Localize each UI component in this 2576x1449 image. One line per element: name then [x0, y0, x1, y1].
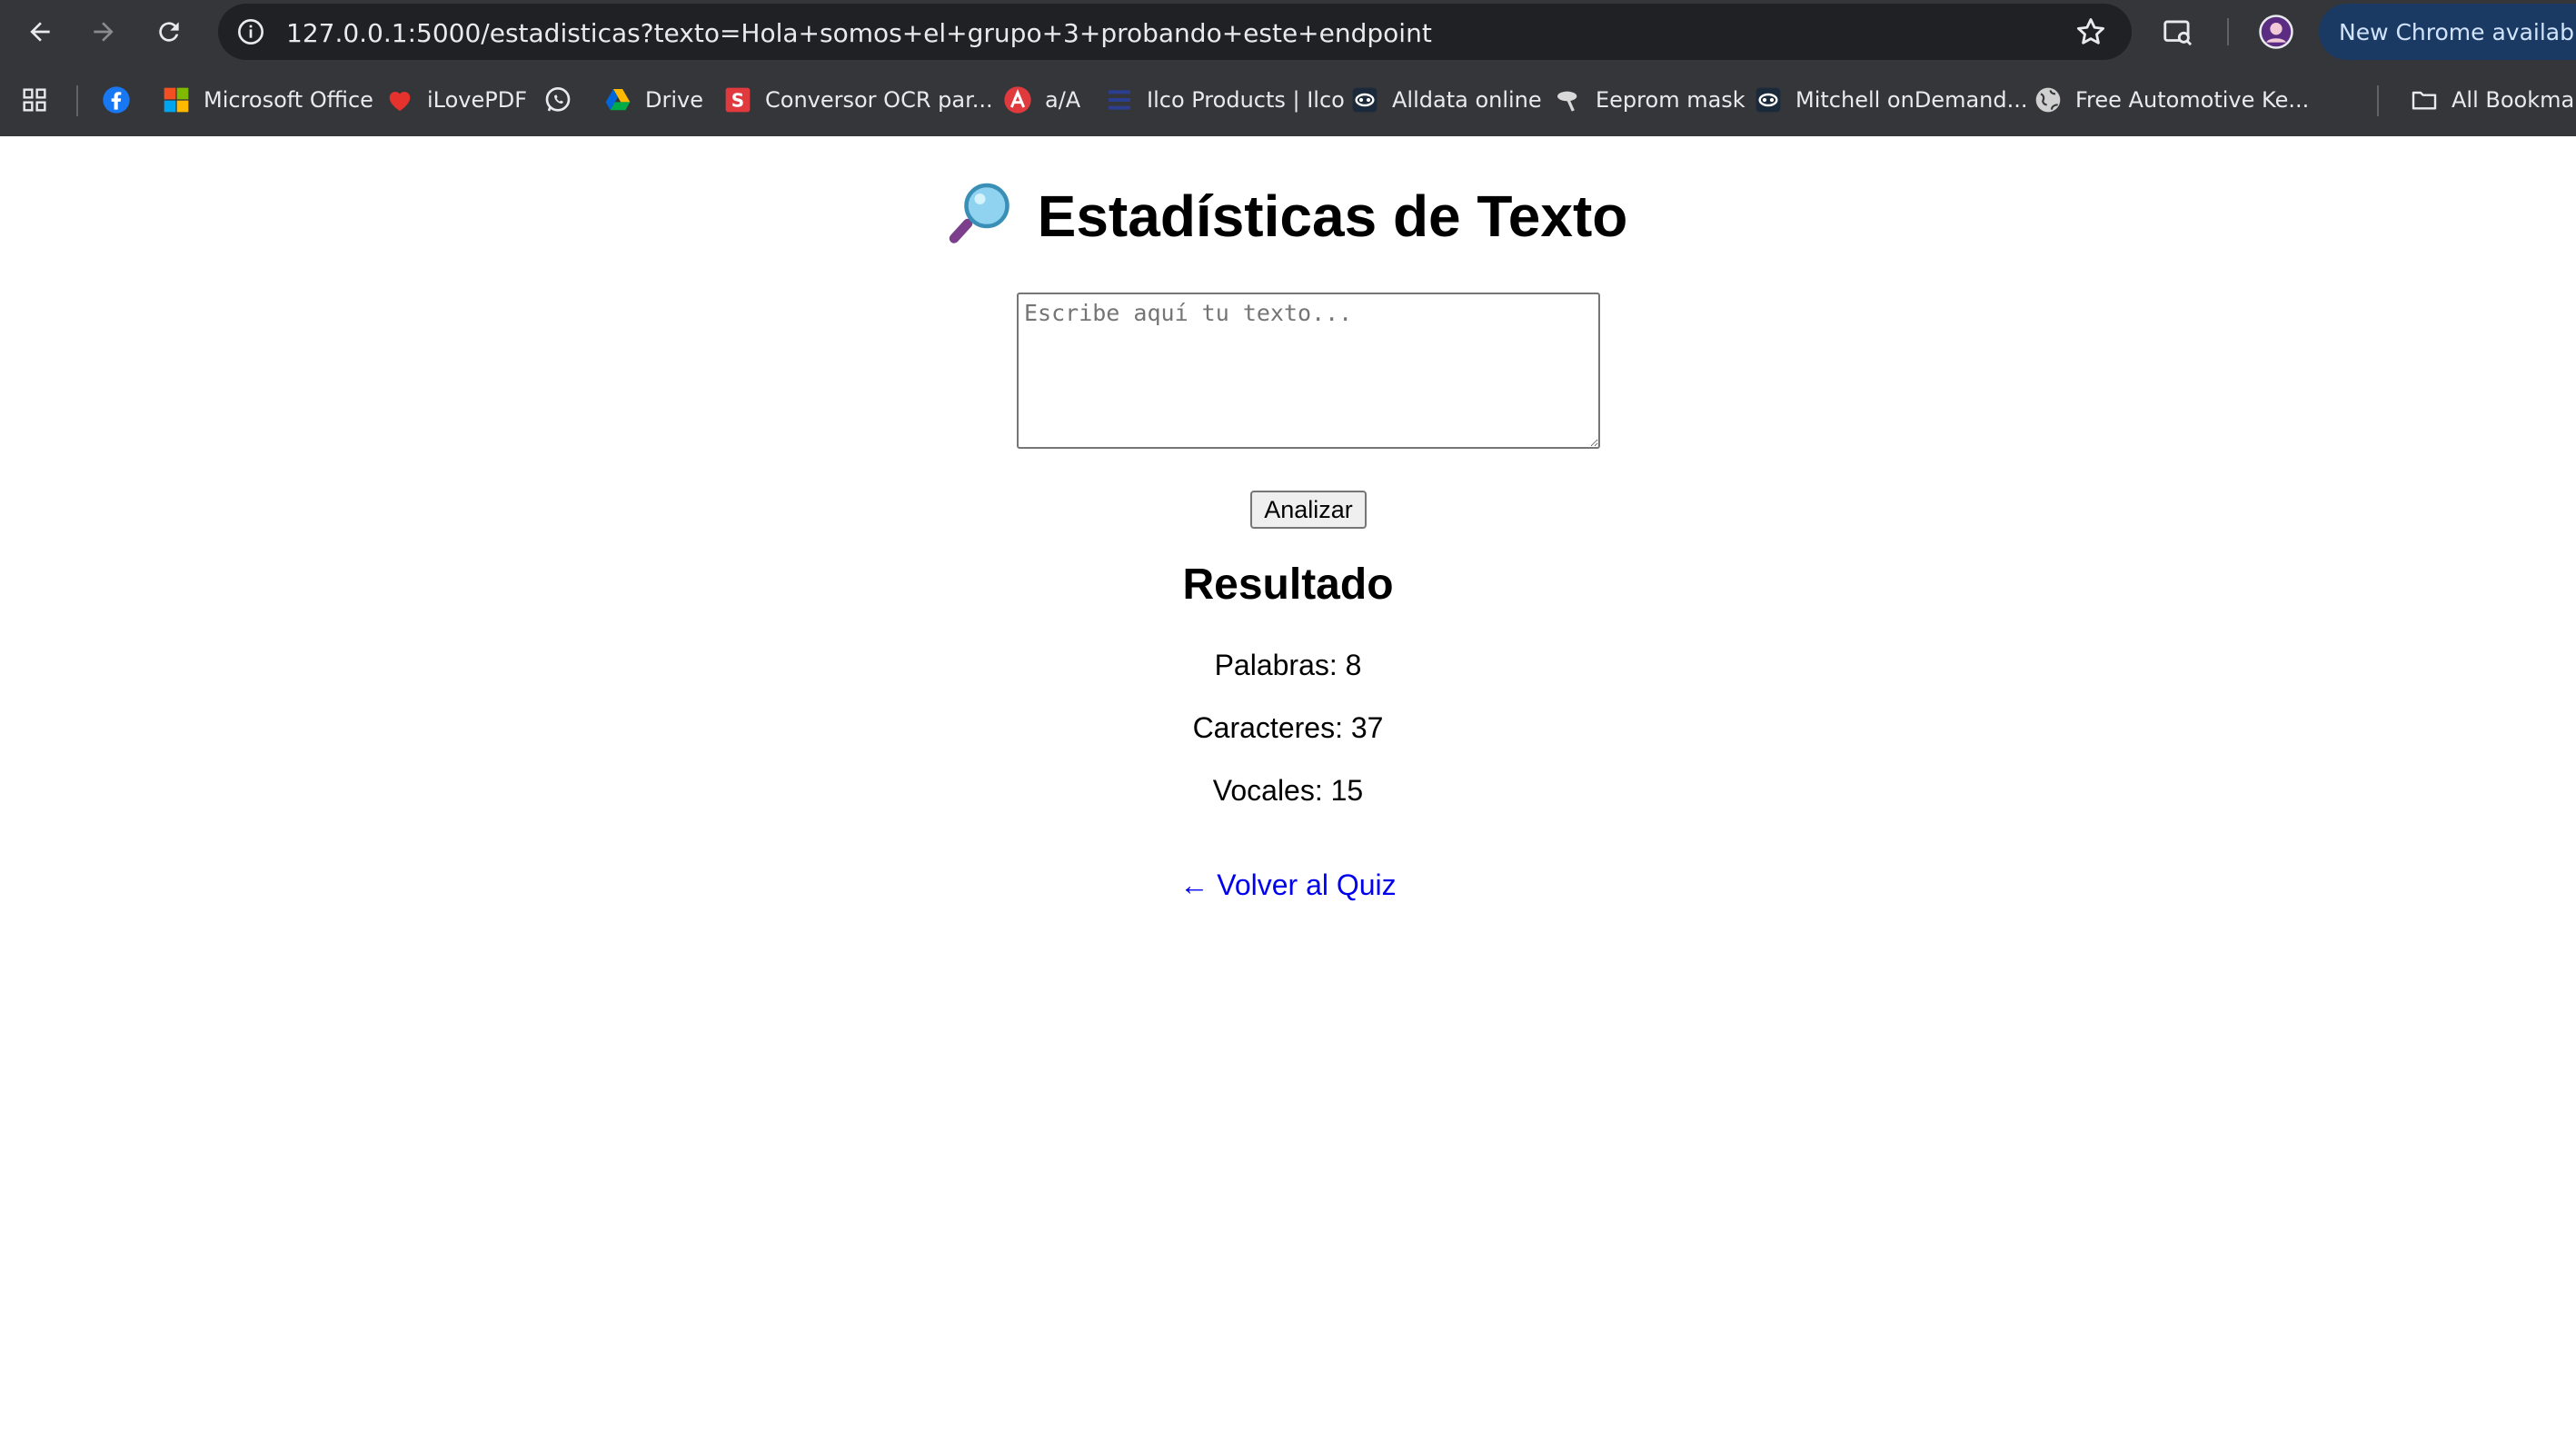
- bookmarks-divider: [2377, 85, 2379, 116]
- bookmark-label: Eeprom mask: [1596, 87, 1746, 113]
- bookmark-whatsapp[interactable]: [543, 82, 585, 118]
- alldata-icon: [1350, 85, 1379, 114]
- page-content: Estadísticas de Texto Analizar Resultado…: [0, 136, 2576, 1449]
- ilco-icon: [1105, 85, 1134, 114]
- apps-button[interactable]: [20, 82, 49, 118]
- arrow-left-icon: [30, 22, 50, 42]
- site-info-icon[interactable]: [233, 14, 269, 50]
- mitchell-icon: [1754, 85, 1783, 114]
- bookmark-conversor-ocr[interactable]: S Conversor OCR par...: [723, 82, 993, 118]
- magnifying-glass-icon: [949, 183, 1010, 243]
- analyze-button[interactable]: Analizar: [1250, 491, 1367, 529]
- forward-button[interactable]: [84, 12, 124, 52]
- bookmark-drive[interactable]: Drive: [603, 82, 703, 118]
- bookmark-alldata-online[interactable]: Alldata online: [1350, 82, 1542, 118]
- bookmark-facebook[interactable]: [102, 82, 144, 118]
- bookmark-label: a/A: [1045, 87, 1081, 113]
- browser-chrome: 127.0.0.1:5000/estadisticas?texto=Hola+s…: [0, 0, 2576, 136]
- bookmark-label: Free Automotive Ke...: [2075, 87, 2310, 113]
- bookmark-ilovepdf[interactable]: iLovePDF: [385, 82, 527, 118]
- result-heading: Resultado: [1182, 561, 1394, 609]
- bookmark-label: Microsoft Office: [204, 87, 373, 113]
- whatsapp-icon: [543, 85, 572, 114]
- back-to-quiz-link[interactable]: ← Volver al Quiz: [0, 868, 2576, 902]
- url-text[interactable]: 127.0.0.1:5000/estadisticas?texto=Hola+s…: [286, 18, 1432, 48]
- text-input[interactable]: [1017, 293, 1600, 449]
- letter-a-icon: [1003, 85, 1032, 114]
- bookmark-label: Ilco Products | Ilco: [1147, 87, 1345, 113]
- bookmark-label: Conversor OCR par...: [765, 87, 993, 113]
- arrow-right-icon: [94, 22, 114, 42]
- facebook-icon: [102, 85, 131, 114]
- bookmarks-bar: Microsoft Office iLovePDF Drive S Conver…: [0, 73, 2576, 129]
- reload-button[interactable]: [149, 12, 189, 52]
- profile-avatar[interactable]: [2257, 13, 2295, 51]
- all-bookmarks-button[interactable]: All Bookmarks: [2410, 82, 2576, 118]
- character-count: Caracteres: 37: [1192, 711, 1384, 744]
- bookmark-label: Drive: [645, 87, 703, 113]
- apps-grid-icon: [23, 88, 46, 112]
- bookmark-label: iLovePDF: [427, 87, 528, 113]
- bookmark-star-icon[interactable]: [2074, 15, 2108, 49]
- page-title: Estadísticas de Texto: [0, 180, 2576, 250]
- bookmark-label: Alldata online: [1392, 87, 1542, 113]
- bookmark-microsoft-office[interactable]: Microsoft Office: [162, 82, 373, 118]
- vowel-count: Vocales: 15: [1212, 774, 1364, 807]
- google-drive-icon: [603, 85, 632, 114]
- toolbar-divider: [2227, 18, 2229, 45]
- word-count: Palabras: 8: [1214, 649, 1362, 681]
- bookmark-eeprom-mask[interactable]: Eeprom mask: [1554, 82, 1746, 118]
- bookmark-free-automotive[interactable]: Free Automotive Ke...: [2034, 82, 2309, 118]
- folder-icon: [2410, 85, 2439, 114]
- new-chrome-available-button[interactable]: New Chrome available: [2319, 4, 2576, 60]
- back-button[interactable]: [20, 12, 60, 52]
- bookmark-label: All Bookmarks: [2452, 87, 2576, 113]
- ilovepdf-icon: [385, 85, 414, 114]
- page-title-text: Estadísticas de Texto: [1037, 184, 1628, 249]
- bookmarks-divider: [76, 85, 78, 116]
- browser-toolbar: 127.0.0.1:5000/estadisticas?texto=Hola+s…: [0, 0, 2576, 64]
- svg-text:S: S: [731, 89, 744, 111]
- bookmark-ilco-products[interactable]: Ilco Products | Ilco: [1105, 82, 1345, 118]
- microsoft-office-icon: [162, 85, 191, 114]
- bookmark-a-a[interactable]: a/A: [1003, 82, 1080, 118]
- bookmark-label: Mitchell onDemand...: [1795, 87, 2028, 113]
- address-bar[interactable]: 127.0.0.1:5000/estadisticas?texto=Hola+s…: [218, 4, 2132, 60]
- reload-icon: [159, 22, 179, 42]
- globe-icon: [2034, 85, 2063, 114]
- bookmark-mitchell-ondemand[interactable]: Mitchell onDemand...: [1754, 82, 2027, 118]
- search-tabs-icon[interactable]: [2159, 13, 2197, 51]
- ocr-converter-icon: S: [723, 85, 752, 114]
- eeprom-icon: [1554, 85, 1583, 114]
